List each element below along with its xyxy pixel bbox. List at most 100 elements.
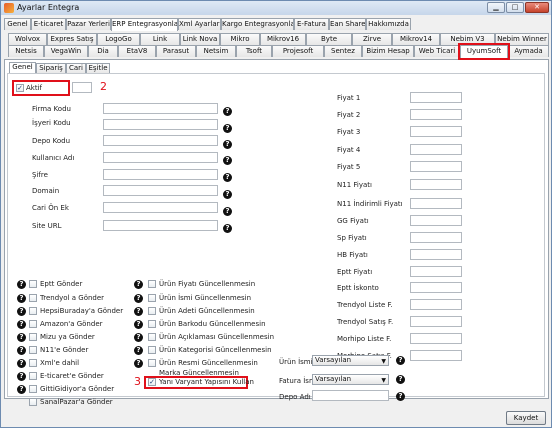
mizu-checkbox[interactable] bbox=[29, 333, 37, 341]
mizu-help-icon[interactable]: ? bbox=[17, 333, 26, 342]
varyant-checkbox[interactable]: ✓ bbox=[148, 378, 156, 386]
fiyat-5-input[interactable] bbox=[410, 161, 462, 172]
tab-logogo[interactable]: LogoGo bbox=[97, 33, 140, 45]
resim-guncelleme-checkbox[interactable] bbox=[148, 359, 156, 367]
tab-mikrov16[interactable]: Mikrov16 bbox=[260, 33, 306, 45]
n11-fiyati-input[interactable] bbox=[410, 179, 462, 190]
tab-tsoft[interactable]: Tsoft bbox=[236, 45, 272, 57]
trendyol-checkbox[interactable] bbox=[29, 294, 37, 302]
tab-link[interactable]: Link bbox=[140, 33, 180, 45]
hepsiburada-checkbox[interactable] bbox=[29, 307, 37, 315]
morhipo-liste-input[interactable] bbox=[410, 333, 462, 344]
tab-projesoft[interactable]: Projesoft bbox=[272, 45, 324, 57]
isyeri-kodu-input[interactable] bbox=[103, 119, 218, 130]
kategori-guncelleme-checkbox[interactable] bbox=[148, 346, 156, 354]
kategori-guncelleme-help-icon[interactable]: ? bbox=[134, 346, 143, 355]
fiyat-4-input[interactable] bbox=[410, 144, 462, 155]
tab-zirve[interactable]: Zirve bbox=[352, 33, 392, 45]
tab-erp-entegrasyonlari[interactable]: ERP Entegrasyonları bbox=[111, 18, 178, 31]
depo-kodu-help-icon[interactable]: ? bbox=[223, 140, 232, 149]
amazon-checkbox[interactable] bbox=[29, 320, 37, 328]
tab-mikrov14[interactable]: Mikrov14 bbox=[392, 33, 440, 45]
tab-genel[interactable]: Genel bbox=[4, 18, 31, 30]
title-bar[interactable]: Ayarlar Entegra ▁ □ ✕ bbox=[1, 1, 551, 15]
eptt-checkbox[interactable] bbox=[29, 280, 37, 288]
trendyol-help-icon[interactable]: ? bbox=[17, 294, 26, 303]
gg-fiyati-input[interactable] bbox=[410, 215, 462, 226]
eptt-help-icon[interactable]: ? bbox=[17, 280, 26, 289]
aciklama-guncelleme-checkbox[interactable] bbox=[148, 333, 156, 341]
cari-on-ek-help-icon[interactable]: ? bbox=[223, 207, 232, 216]
close-button[interactable]: ✕ bbox=[525, 2, 549, 13]
firma-kodu-input[interactable] bbox=[103, 103, 218, 114]
aciklama-guncelleme-help-icon[interactable]: ? bbox=[134, 333, 143, 342]
xml-checkbox[interactable] bbox=[29, 359, 37, 367]
maximize-button[interactable]: □ bbox=[506, 2, 524, 13]
site-url-input[interactable] bbox=[103, 220, 218, 231]
hepsiburada-help-icon[interactable]: ? bbox=[17, 307, 26, 316]
tab-uyumsoft[interactable]: UyumSoft bbox=[458, 43, 510, 60]
barkod-guncelleme-checkbox[interactable] bbox=[148, 320, 156, 328]
fiyat-3-input[interactable] bbox=[410, 126, 462, 137]
eptt-iskonto-input[interactable] bbox=[410, 282, 462, 293]
tab-web-ticari[interactable]: Web Ticari bbox=[414, 45, 460, 57]
gittigidiyor-help-icon[interactable]: ? bbox=[17, 385, 26, 394]
eticaret-checkbox[interactable] bbox=[29, 372, 37, 380]
tab-pazar-yerleri[interactable]: Pazar Yerleri bbox=[66, 18, 111, 30]
n11-checkbox[interactable] bbox=[29, 346, 37, 354]
tab-nebim-v3[interactable]: Nebim V3 bbox=[440, 33, 495, 45]
domain-help-icon[interactable]: ? bbox=[223, 190, 232, 199]
tab-dia[interactable]: Dia bbox=[88, 45, 118, 57]
tab-ean-share[interactable]: Ean Share bbox=[329, 18, 366, 30]
domain-input[interactable] bbox=[103, 185, 218, 196]
tab-sentez[interactable]: Sentez bbox=[324, 45, 362, 57]
gittigidiyor-checkbox[interactable] bbox=[29, 385, 37, 393]
tab-e-ticaret[interactable]: E-ticaret bbox=[31, 18, 66, 30]
site-url-help-icon[interactable]: ? bbox=[223, 224, 232, 233]
depo-adi-input[interactable] bbox=[312, 390, 389, 401]
tab-hakkimizda[interactable]: Hakkımızda bbox=[366, 18, 411, 30]
sp-fiyati-input[interactable] bbox=[410, 232, 462, 243]
aktif-checkbox[interactable]: ✓ bbox=[16, 84, 24, 92]
eptt-fiyati-input[interactable] bbox=[410, 266, 462, 277]
tab-netsim[interactable]: Netsim bbox=[196, 45, 236, 57]
tab-netsis[interactable]: Netsis bbox=[8, 45, 44, 57]
tab-byte[interactable]: Byte bbox=[306, 33, 352, 45]
sanalpazar-checkbox[interactable] bbox=[29, 398, 37, 406]
depo-kodu-input[interactable] bbox=[103, 135, 218, 146]
depo-adi-help-icon[interactable]: ? bbox=[396, 392, 405, 401]
resim-guncelleme-help-icon[interactable]: ? bbox=[134, 359, 143, 368]
tab-aymada[interactable]: Aymada bbox=[508, 45, 549, 57]
fatura-ismi-help-icon[interactable]: ? bbox=[396, 375, 405, 384]
adet-guncelleme-help-icon[interactable]: ? bbox=[134, 307, 143, 316]
tab-wolvox[interactable]: Wolvox bbox=[8, 33, 47, 45]
save-button[interactable]: Kaydet bbox=[506, 411, 546, 425]
tab-xml-ayarlari[interactable]: Xml Ayarları bbox=[178, 18, 221, 30]
n11-help-icon[interactable]: ? bbox=[17, 346, 26, 355]
n11-indirimli-fiyati-input[interactable] bbox=[410, 198, 462, 209]
adet-guncelleme-checkbox[interactable] bbox=[148, 307, 156, 315]
tab-bizim-hesap[interactable]: Bizim Hesap bbox=[362, 45, 414, 57]
fiyat-2-input[interactable] bbox=[410, 109, 462, 120]
firma-kodu-help-icon[interactable]: ? bbox=[223, 107, 232, 116]
tab-link-nova[interactable]: Link Nova bbox=[180, 33, 220, 45]
sifre-help-icon[interactable]: ? bbox=[223, 173, 232, 182]
eticaret-help-icon[interactable]: ? bbox=[17, 372, 26, 381]
fiyat-guncelleme-help-icon[interactable]: ? bbox=[134, 280, 143, 289]
fiyat-guncelleme-checkbox[interactable] bbox=[148, 280, 156, 288]
trendyol-liste-input[interactable] bbox=[410, 299, 462, 310]
fatura-ismi-select[interactable]: Varsayılan ▼ bbox=[312, 374, 389, 385]
isyeri-kodu-help-icon[interactable]: ? bbox=[223, 124, 232, 133]
tab-e-fatura[interactable]: E-Fatura bbox=[294, 18, 329, 30]
aktif-extra-field[interactable] bbox=[72, 82, 92, 93]
kullanici-adi-input[interactable] bbox=[103, 152, 218, 163]
minimize-button[interactable]: ▁ bbox=[487, 2, 505, 13]
tab-parasut[interactable]: Parasut bbox=[156, 45, 196, 57]
xml-help-icon[interactable]: ? bbox=[17, 359, 26, 368]
tab-mikro[interactable]: Mikro bbox=[220, 33, 260, 45]
tab-kargo-entegrasyonlari[interactable]: Kargo Entegrasyonları bbox=[221, 18, 294, 30]
tab-nebim-winner[interactable]: Nebim Winner bbox=[495, 33, 549, 45]
tab-etav8[interactable]: EtaV8 bbox=[118, 45, 156, 57]
kullanici-adi-help-icon[interactable]: ? bbox=[223, 156, 232, 165]
sifre-input[interactable] bbox=[103, 169, 218, 180]
